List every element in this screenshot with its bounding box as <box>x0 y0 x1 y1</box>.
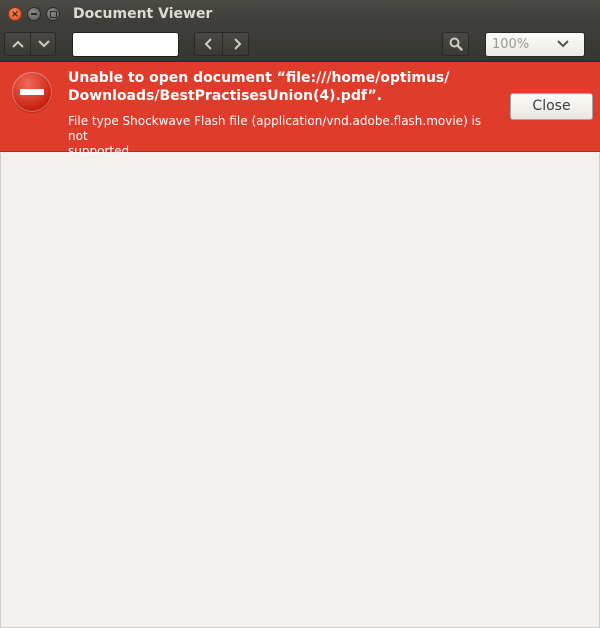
error-infobar: Unable to open document “file:///home/op… <box>0 62 600 158</box>
error-detail-line: File type Shockwave Flash file (applicat… <box>68 114 482 143</box>
title-bar[interactable]: × Document Viewer <box>0 0 600 28</box>
back-button[interactable] <box>195 33 223 55</box>
window-title: Document Viewer <box>73 6 213 22</box>
next-page-button[interactable] <box>31 33 56 55</box>
chevron-down-icon <box>37 40 50 48</box>
search-button[interactable] <box>442 32 469 56</box>
window-close-button[interactable]: × <box>8 7 22 21</box>
search-icon <box>449 37 463 51</box>
page-number-input[interactable] <box>72 32 179 57</box>
close-button[interactable]: Close <box>510 93 593 120</box>
chevron-up-icon <box>11 40 24 48</box>
chevron-down-icon <box>557 40 569 48</box>
document-viewer-window: × Document Viewer 100% Unable to open do… <box>0 0 600 628</box>
page-navigation-group <box>4 32 56 56</box>
forward-button[interactable] <box>223 33 250 55</box>
chevron-right-icon <box>233 38 241 50</box>
document-view-area[interactable] <box>0 153 600 628</box>
error-icon-bar <box>20 89 44 95</box>
window-minimize-button[interactable] <box>27 7 41 21</box>
chevron-left-icon <box>204 38 212 50</box>
history-navigation-group <box>194 32 249 56</box>
zoom-select[interactable]: 100% <box>485 32 585 57</box>
toolbar: 100% <box>0 28 600 62</box>
previous-page-button[interactable] <box>5 33 31 55</box>
error-title-line: Downloads/BestPractisesUnion(4).pdf”. <box>68 88 383 104</box>
error-icon <box>12 72 52 112</box>
zoom-value: 100% <box>492 37 530 52</box>
window-maximize-button[interactable] <box>46 7 60 21</box>
error-title-line: Unable to open document “file:///home/op… <box>68 70 450 86</box>
error-title: Unable to open document “file:///home/op… <box>68 69 488 105</box>
close-icon: × <box>10 9 20 20</box>
